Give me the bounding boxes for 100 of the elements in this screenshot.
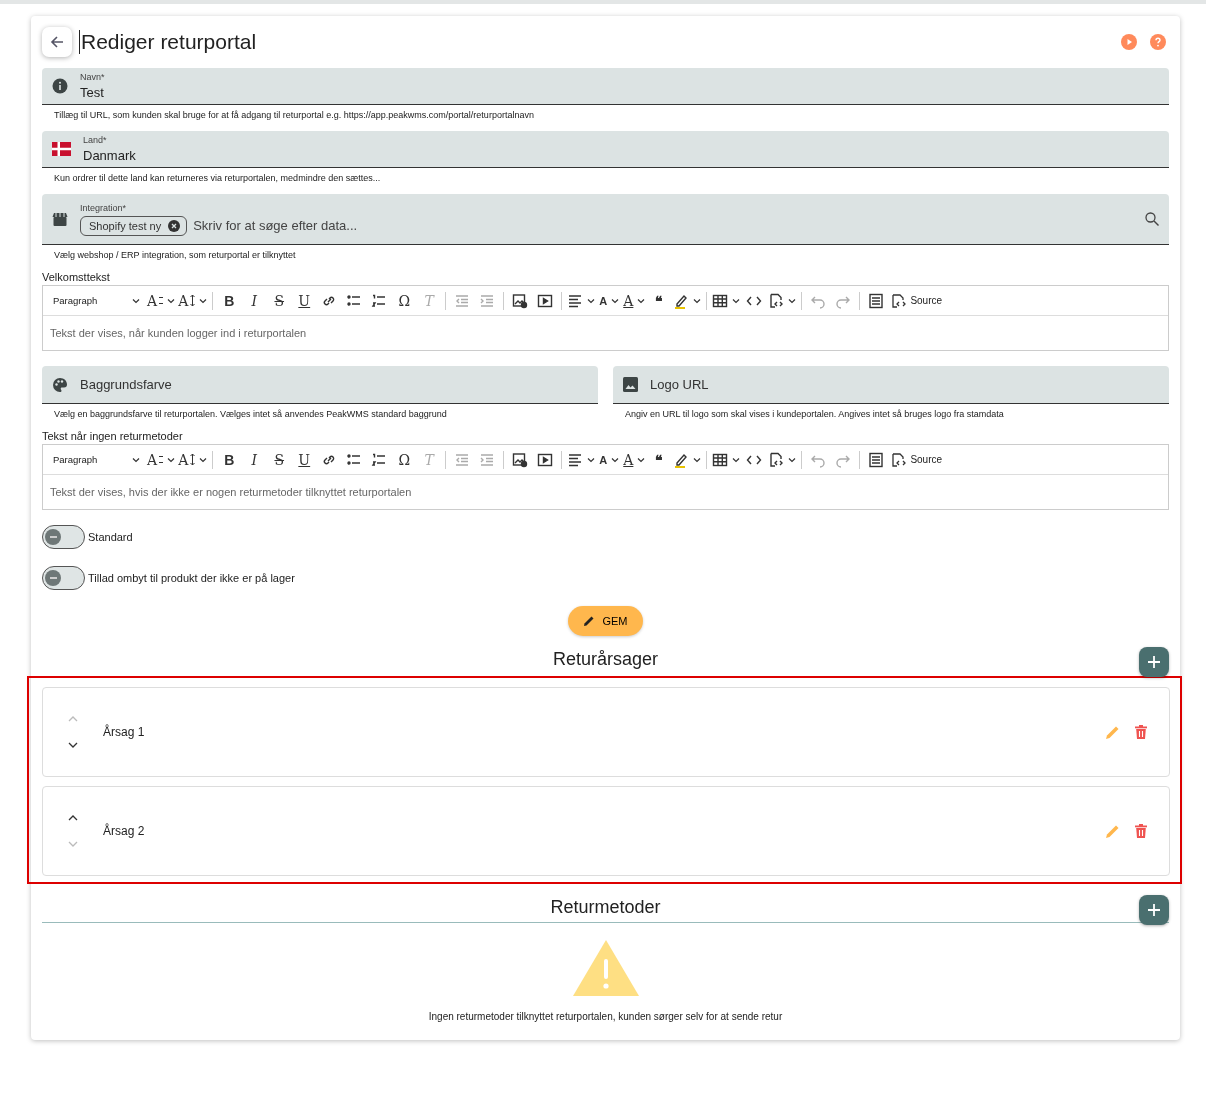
caret-icon [693,456,702,463]
caret-icon [788,297,797,304]
toggle-switch[interactable] [42,525,85,549]
field-label: Land* [83,135,108,145]
font-family-button[interactable]: A [147,289,176,312]
field-label: Integration* [80,202,128,213]
section-title: Returmetoder [550,896,661,918]
italic-button[interactable]: I [243,448,266,471]
strikethrough-button[interactable]: S [268,448,291,471]
caret-icon [132,297,140,304]
special-characters-button[interactable]: Ω [393,289,416,312]
remove-icon[interactable] [168,219,181,232]
media-icon [537,292,554,309]
toggle-label: Tillad ombyt til produkt der ikke er på lager [88,572,295,584]
field-hint: Angiv en URL til logo som skal vises i kundeportalen. Angives intet så bruges logo fra stamdata [624,408,1005,421]
source-file-icon [890,451,908,468]
bulleted-list-icon [346,451,363,468]
caret-icon [587,456,596,463]
country-field[interactable]: Land* Danmark [42,131,1169,168]
toggle-label: Standard [88,531,133,543]
special-characters-button[interactable]: Ω [393,448,416,471]
caret-icon [693,297,702,304]
up-down-arrow-icon [190,454,196,465]
up-down-arrow-icon [190,295,196,306]
reason-name: Årsag 2 [103,824,146,838]
arrow-left-icon [49,34,65,50]
back-button[interactable] [42,27,72,57]
caret-icon [611,297,620,304]
outdent-icon [454,451,471,468]
italic-button[interactable]: I [243,289,266,312]
toggle-switch[interactable] [42,566,85,590]
field-hint: Tillæg til URL, som kunden skal bruge for at få adgang til returportal e.g. https://app.peakwms.com/portal/returportalnavn [53,109,535,122]
pencil-icon [583,615,596,627]
warning-icon [571,939,640,997]
font-size-button[interactable]: A [178,448,208,471]
font-size-button[interactable]: A [178,289,208,312]
editor-text-area[interactable]: Tekst der vises, hvis der ikke er nogen returmetoder tilknyttet returportalen [43,475,1168,509]
info-field[interactable]: Navn* Test [42,68,1169,105]
bold-button[interactable]: B [218,448,241,471]
add-button[interactable] [1139,647,1169,677]
delete-icon[interactable] [1135,824,1147,838]
align-left-icon [567,451,584,468]
editor-placeholder: Tekst der vises, når kunden logger ind i returportalen [50,327,307,339]
caret-icon [587,297,596,304]
table-icon [712,292,729,309]
background-color-button[interactable]: A [598,448,621,471]
block-quote-button[interactable]: ❝ [648,289,671,312]
image-icon [512,451,529,468]
field-hint: Kun ordrer til dette land kan returneres via returportalen, medmindre den sættes... [53,172,382,185]
editor-placeholder: Tekst der vises, hvis der ikke er nogen returmetoder tilknyttet returportalen [50,486,412,498]
paragraph-dropdown[interactable]: Paragraph [49,289,144,312]
image-field[interactable]: Logo URL [613,366,1169,404]
block-quote-button[interactable]: ❝ [648,448,671,471]
font-family-button[interactable]: A [147,448,176,471]
source-button[interactable]: Source [890,289,943,312]
chevron-up-icon [68,716,78,722]
background-color-button[interactable]: A [598,289,621,312]
caret-icon [788,456,797,463]
plus-icon [1147,903,1161,917]
font-color-button[interactable]: A [623,289,646,312]
media-icon [537,451,554,468]
integration-chip[interactable]: Shopify test ny [80,215,188,236]
source-file-icon [768,292,785,309]
caret-icon [132,456,140,463]
reason-name: Årsag 1 [103,725,146,739]
save-button[interactable]: GEM [568,606,643,636]
font-color-button[interactable]: A [623,448,646,471]
chevron-up-icon [68,815,78,821]
caret-icon [732,456,741,463]
html-embed-icon [868,292,885,309]
image-icon [623,377,638,392]
field-value: Test [80,85,105,100]
search-icon[interactable] [1145,212,1159,226]
numbered-list-icon [371,292,388,309]
strikethrough-button[interactable]: S [268,289,291,312]
integration-field[interactable]: Integration* Shopify test ny Skriv for at søge efter data... [42,194,1169,245]
caret-icon [637,297,646,304]
bulleted-list-icon [346,292,363,309]
caret-icon [611,456,620,463]
align-left-icon [567,292,584,309]
delete-icon[interactable] [1135,725,1147,739]
source-file-icon [890,292,908,309]
indent-icon [479,451,496,468]
color-field[interactable]: Baggrundsfarve [42,366,598,404]
search-placeholder: Skriv for at søge efter data... [193,218,358,233]
palette-icon [52,376,68,393]
paragraph-dropdown[interactable]: Paragraph [49,448,144,471]
source-button[interactable]: Source [890,448,943,471]
field-value: Danmark [83,148,137,163]
page-title: Rediger returportal [79,30,257,54]
empty-state-text: Ingen returmetoder tilknyttet returportalen, kunden sørger selv for at sende retur [428,1011,783,1022]
field-hint: Vælg en baggrundsfarve til returportalen. Vælges intet så anvendes PeakWMS standard baggrund [53,408,448,421]
underline-button[interactable]: U [293,289,316,312]
caret-icon [732,297,741,304]
numbered-list-icon [371,451,388,468]
editor-text-area[interactable]: Tekst der vises, når kunden logger ind i returportalen [43,316,1168,350]
underline-button[interactable]: U [293,448,316,471]
add-button[interactable] [1139,895,1169,925]
table-icon [712,451,729,468]
bold-button[interactable]: B [218,289,241,312]
